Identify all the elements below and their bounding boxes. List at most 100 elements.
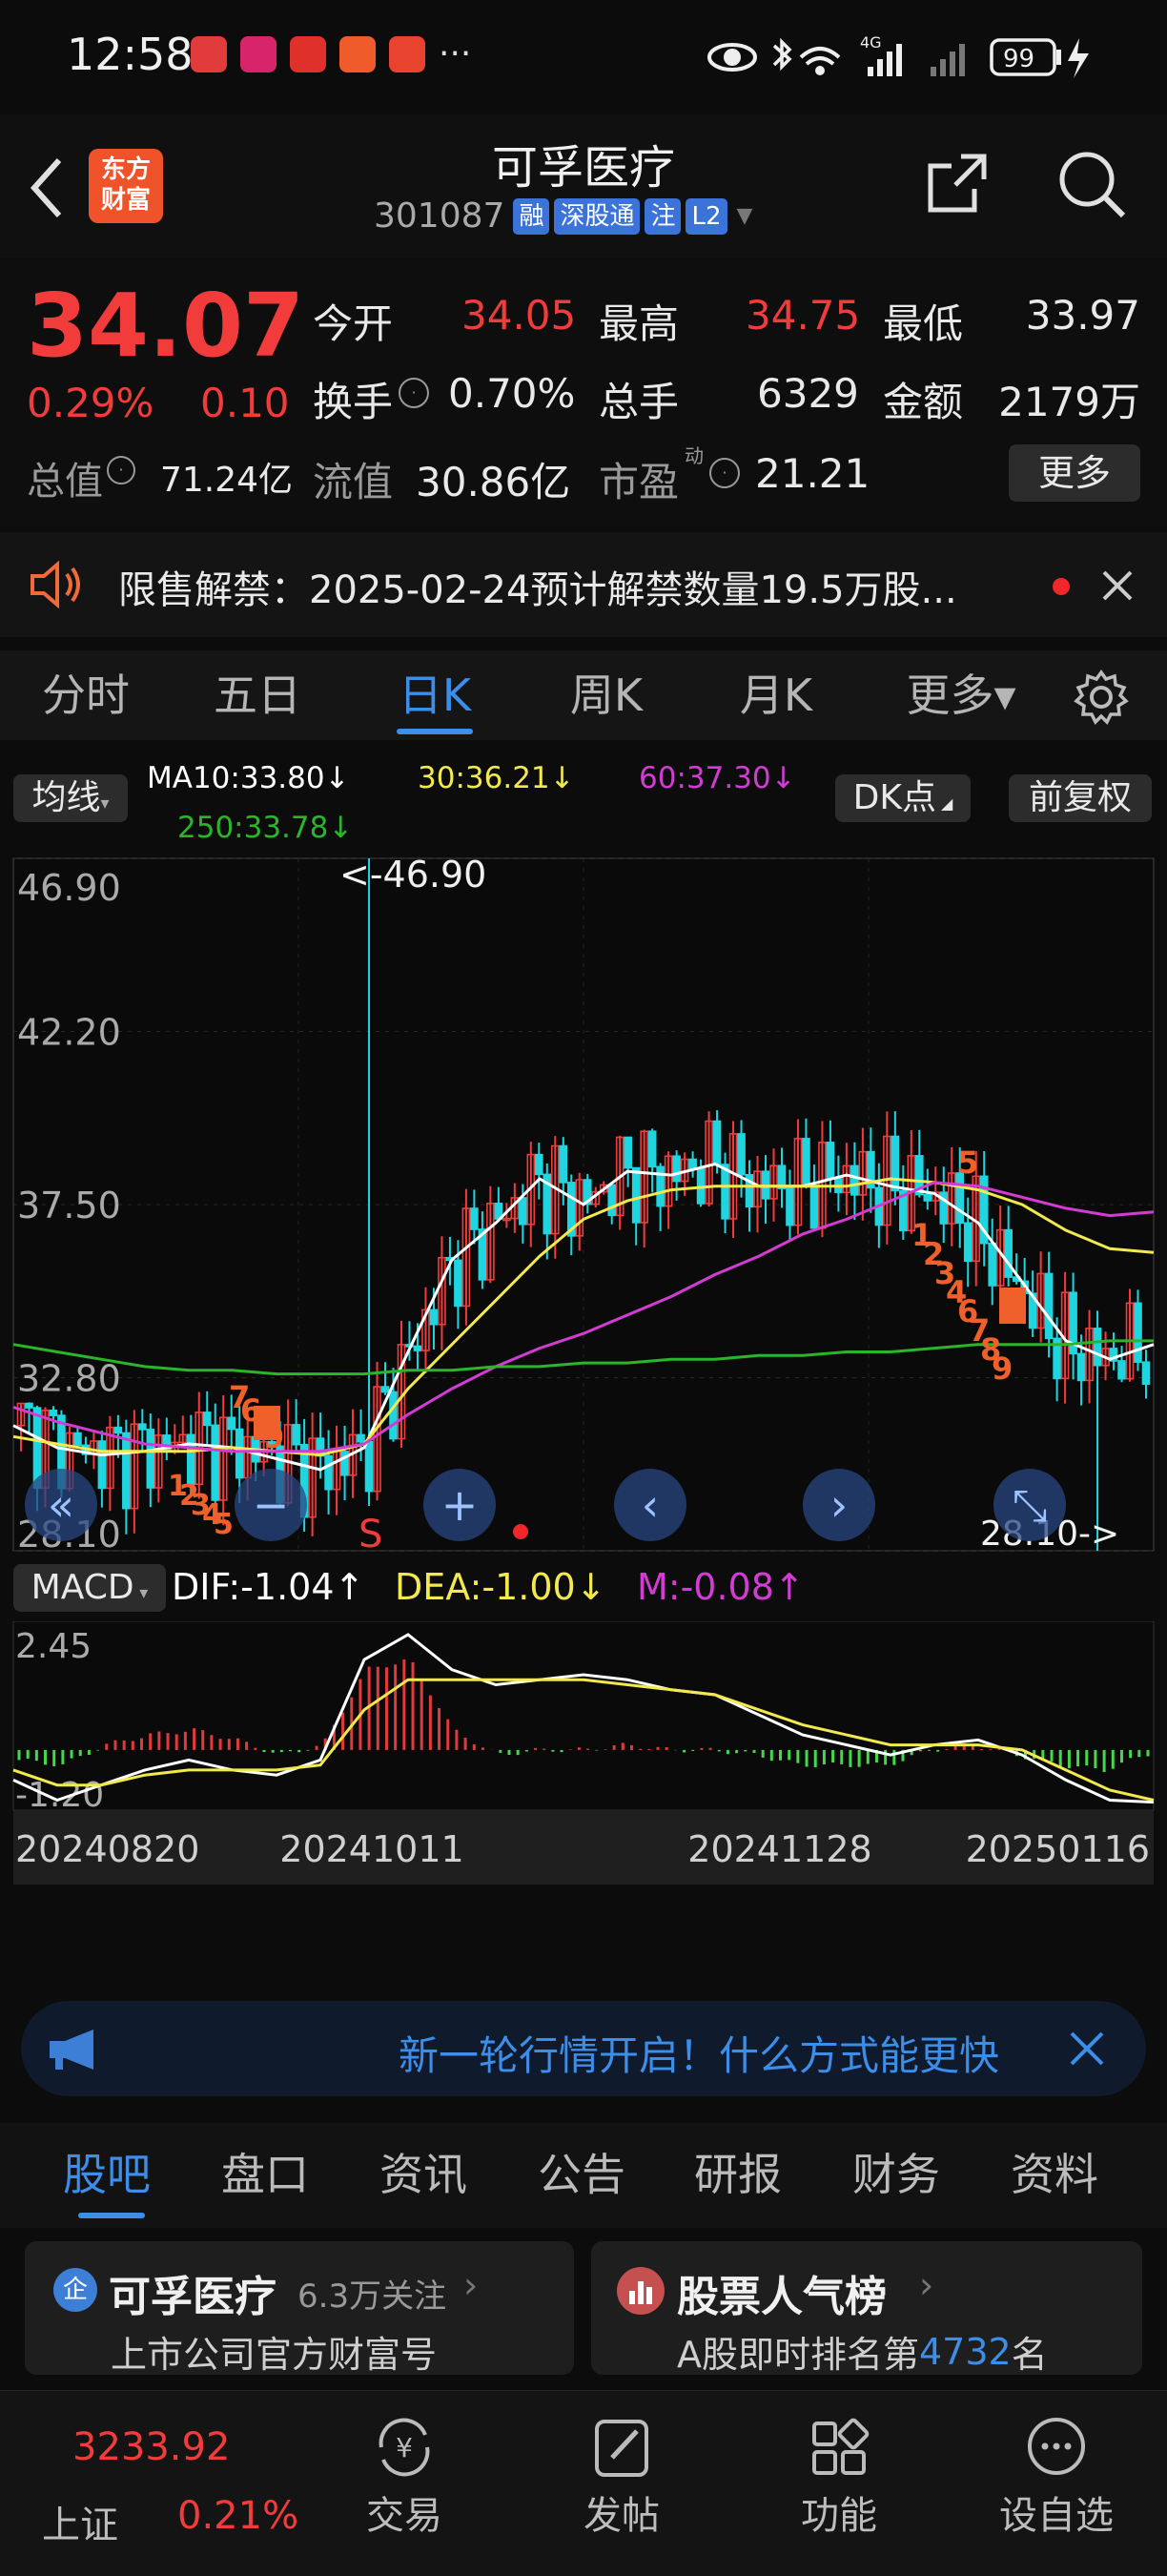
turnover-label: 换手: [313, 379, 394, 425]
low-label: 最低: [883, 300, 964, 347]
status-icons: 4G 99: [707, 33, 1089, 78]
dk-point-label: DK点: [852, 778, 936, 817]
dk-badge: [254, 1406, 280, 1440]
wifi-icon: [799, 47, 841, 75]
banner-text: 新一轮行情开启！什么方式能更快: [399, 2032, 1000, 2079]
chat-dots-icon: [1028, 2418, 1085, 2475]
index-value[interactable]: 3233.92: [72, 2425, 230, 2469]
tab-announcements[interactable]: 公告: [538, 2140, 625, 2203]
amount-label: 金额: [883, 379, 964, 425]
popularity-card[interactable]: 股票人气榜 › A股即时排名第 4732 名: [591, 2241, 1142, 2376]
rank-prefix: A股即时排名第: [677, 2334, 919, 2376]
candle-body: [470, 1207, 479, 1230]
scroll-left-fast-button[interactable]: «: [25, 1469, 97, 1541]
tab-profile[interactable]: 资料: [1011, 2140, 1098, 2203]
index-name[interactable]: 上证: [42, 2494, 118, 2549]
nav-trade[interactable]: ¥ 交易: [318, 2414, 490, 2540]
tab-intraday[interactable]: 分时: [19, 650, 153, 740]
dk-marker: 5: [214, 1508, 234, 1541]
candle-body: [826, 1142, 835, 1180]
ma250-value: 250:33.78↓: [177, 811, 354, 845]
tab-five-day[interactable]: 五日: [191, 650, 324, 740]
ma-toggle-button[interactable]: 均线▾: [13, 774, 128, 822]
tab-more[interactable]: 更多▾: [885, 650, 1037, 740]
tab-monthly-k[interactable]: 月K: [709, 650, 843, 740]
dropdown-triangle-icon[interactable]: ▼: [737, 204, 753, 228]
macd-toggle-button[interactable]: MACD ▾: [13, 1564, 166, 1612]
tab-daily-k[interactable]: 日K: [368, 650, 502, 740]
bluetooth-icon: [772, 37, 792, 72]
chevron-right-icon: ›: [919, 2264, 934, 2306]
network-type: 4G: [860, 33, 882, 52]
signal-icon-2: [931, 44, 965, 76]
more-button[interactable]: 更多: [1009, 444, 1140, 502]
fullscreen-icon: ⤡: [1013, 1479, 1048, 1531]
notice-bar[interactable]: 限售解禁：2025-02-24预计解禁数量19.5万股...: [0, 532, 1167, 637]
scroll-left-button[interactable]: ‹: [614, 1469, 686, 1541]
macd-chart[interactable]: 2.45 -1.20 20240820 20241011 20241128 2025011…: [0, 1621, 1167, 1886]
tab-guba[interactable]: 股吧: [63, 2140, 151, 2203]
candle-body: [737, 1133, 746, 1176]
close-icon[interactable]: [1068, 2030, 1106, 2068]
tab-order-book[interactable]: 盘口: [221, 2140, 309, 2203]
active-tab-indicator: [397, 729, 473, 734]
company-account-card[interactable]: 企 可孚医疗 6.3万关注 › 上市公司官方财富号: [25, 2241, 574, 2376]
stock-code-row: 301087 融 深股通 注 L2 ▼: [374, 196, 752, 236]
candlestick-chart[interactable]: 46.9042.2037.5032.8028.10<-46.9028.10->S…: [0, 855, 1167, 1560]
card-subtitle: 上市公司官方财富号: [111, 2334, 438, 2376]
notice-text: 限售解禁：2025-02-24预计解禁数量19.5万股...: [118, 568, 957, 612]
tab-weekly-k[interactable]: 周K: [540, 650, 673, 740]
ma60-value: 60:37.30↓: [639, 761, 796, 795]
nav-post[interactable]: 发帖: [536, 2414, 707, 2540]
float-value: 30.86亿: [416, 459, 571, 505]
fullscreen-button[interactable]: ⤡: [993, 1469, 1066, 1541]
candle-body: [413, 1345, 422, 1351]
share-icon[interactable]: [923, 151, 990, 217]
dk-point-button[interactable]: DK点 ◢: [835, 774, 971, 822]
search-icon[interactable]: [1056, 149, 1127, 219]
low-value: 33.97: [1025, 292, 1140, 339]
candle-body: [559, 1144, 568, 1184]
change-amount: 0.10: [200, 380, 290, 426]
nav-functions-label: 功能: [801, 2494, 877, 2538]
candle-body: [1141, 1361, 1151, 1386]
candle-body: [963, 1222, 972, 1263]
dk-badge: [999, 1288, 1026, 1324]
gear-icon[interactable]: [1074, 670, 1129, 725]
app-notification-icon: [290, 36, 326, 72]
candle-body: [97, 1440, 107, 1490]
nav-add-watchlist[interactable]: 设自选: [971, 2414, 1142, 2540]
adjust-button[interactable]: 前复权: [1009, 774, 1152, 822]
candle-body: [647, 1130, 657, 1168]
tab-news[interactable]: 资讯: [379, 2140, 467, 2203]
y-tick-label: 46.90: [17, 867, 121, 909]
tag-level2: L2: [686, 197, 727, 235]
stock-code: 301087: [374, 196, 505, 236]
candle-body: [923, 1193, 932, 1202]
zoom-out-button[interactable]: −: [235, 1469, 307, 1541]
close-icon[interactable]: [1100, 568, 1135, 603]
info-icon[interactable]: ·: [399, 378, 429, 408]
info-icon[interactable]: ·: [107, 456, 135, 484]
tab-research[interactable]: 研报: [694, 2140, 782, 2203]
info-icon[interactable]: ·: [709, 458, 740, 488]
tag-margin: 融: [513, 197, 550, 235]
yuan-cycle-icon: ¥: [379, 2418, 430, 2477]
card-title: 股票人气榜: [677, 2273, 887, 2321]
macd-y-tick: 2.45: [15, 1627, 92, 1666]
mktcap-value: 71.24亿: [160, 461, 294, 500]
scroll-right-button[interactable]: ›: [803, 1469, 875, 1541]
candle-body: [73, 1432, 82, 1447]
candle-body: [786, 1187, 794, 1226]
tab-financials[interactable]: 财务: [852, 2140, 940, 2203]
nav-post-label: 发帖: [584, 2494, 660, 2538]
candle-body: [721, 1164, 729, 1220]
pe-superscript: 动: [685, 444, 704, 467]
index-percent[interactable]: 0.21%: [177, 2494, 298, 2538]
last-price: 34.07: [27, 275, 305, 377]
zoom-in-button[interactable]: +: [423, 1469, 496, 1541]
nav-functions[interactable]: 功能: [753, 2414, 925, 2540]
card-title: 可孚医疗: [109, 2273, 276, 2321]
promo-banner[interactable]: 新一轮行情开启！什么方式能更快: [21, 2001, 1146, 2096]
chevron-right-icon: ›: [463, 2264, 479, 2306]
